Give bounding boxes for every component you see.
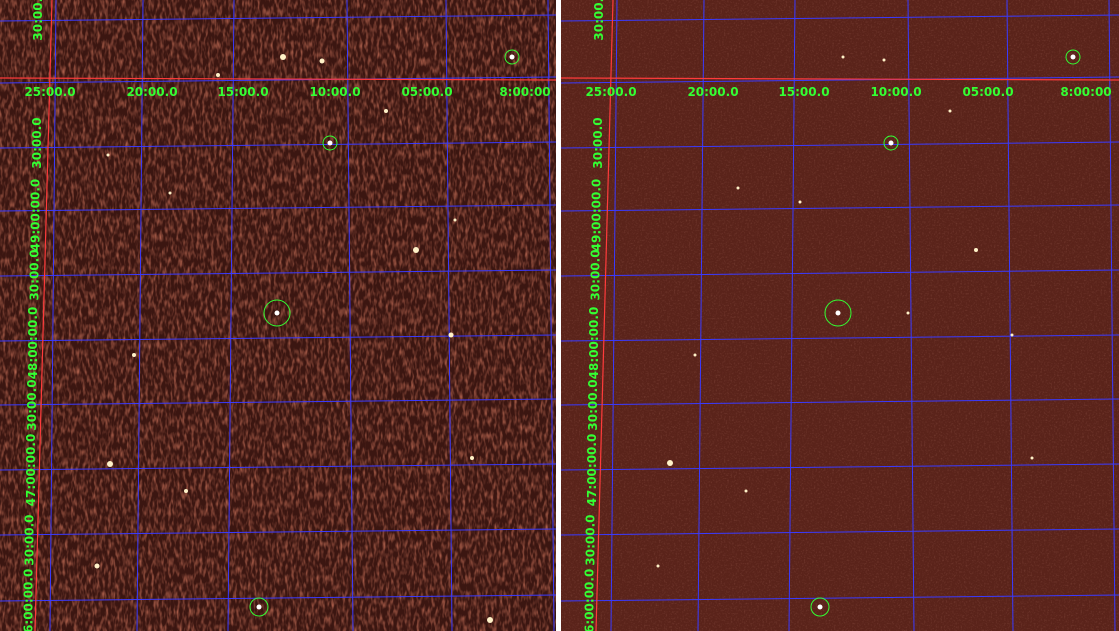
source <box>667 460 673 466</box>
ra-tick-label: 10:00.0 <box>870 85 921 99</box>
source <box>327 140 333 146</box>
dec-tick-label: 30:00.0 <box>23 514 37 565</box>
source <box>470 456 474 460</box>
ra-tick-label: 15:00.0 <box>217 85 268 99</box>
source <box>736 186 740 190</box>
source <box>835 310 841 316</box>
source <box>509 54 515 60</box>
source <box>256 604 262 610</box>
source <box>106 153 110 157</box>
source <box>974 248 978 252</box>
image-noise <box>561 0 1119 631</box>
dec-tick-label: 30:00.0 <box>27 249 41 300</box>
ra-tick-label: 25:00.0 <box>24 85 75 99</box>
source <box>274 310 280 316</box>
source <box>693 353 697 357</box>
ra-tick-label: 8:00:00 <box>1060 85 1111 99</box>
source <box>487 617 493 623</box>
ra-tick-label: 20:00.0 <box>687 85 738 99</box>
source <box>906 311 910 315</box>
dec-tick-label: 30:00.0 <box>588 249 602 300</box>
dec-tick-label: 48:00:00.0 <box>26 307 40 380</box>
image-panel-right[interactable]: 25:00.0 20:00.0 15:00.0 10:00.0 05:00.0 8:00:… <box>561 0 1119 631</box>
source <box>384 109 388 113</box>
source <box>882 58 886 62</box>
image-viewer: 25:00.0 20:00.0 15:00.0 10:00.0 05:00.0 8:00:… <box>0 0 1119 631</box>
dec-tick-label: 49:00:00.0 <box>29 179 43 252</box>
sky-image[interactable]: 25:00.0 20:00.0 15:00.0 10:00.0 05:00.0 8:00:… <box>561 0 1119 631</box>
ra-tick-label: 8:00:00 <box>499 85 550 99</box>
ra-tick-label: 10:00.0 <box>309 85 360 99</box>
source <box>841 55 845 59</box>
ra-tick-label: 20:00.0 <box>126 85 177 99</box>
dec-tick-label: 47:00:00.0 <box>585 434 599 507</box>
source <box>132 353 136 357</box>
ra-tick-label: 25:00.0 <box>585 85 636 99</box>
dec-tick-label: 30:00.0 <box>584 514 598 565</box>
dec-tick-label: 30:00.0 <box>592 0 606 41</box>
source <box>94 563 100 569</box>
source <box>168 191 172 195</box>
source <box>453 218 457 222</box>
source <box>319 58 325 64</box>
ra-tick-label: 05:00.0 <box>401 85 452 99</box>
source <box>948 109 952 113</box>
source <box>798 200 802 204</box>
source <box>656 564 660 568</box>
dec-tick-label: 47:00:00.0 <box>24 434 38 507</box>
dec-tick-label: 49:00:00.0 <box>590 179 604 252</box>
dec-tick-label: 30:00.0 <box>25 379 39 430</box>
source <box>1010 333 1014 337</box>
dec-tick-label: 46:00:00.0 <box>21 569 35 631</box>
source <box>184 489 188 493</box>
source <box>1030 456 1034 460</box>
image-panel-left[interactable]: 25:00.0 20:00.0 15:00.0 10:00.0 05:00.0 8:00:… <box>0 0 556 631</box>
source <box>107 461 113 467</box>
dec-tick-label: 30:00.0 <box>586 379 600 430</box>
image-noise <box>0 0 556 631</box>
source <box>280 54 286 60</box>
ra-tick-label: 15:00.0 <box>778 85 829 99</box>
sky-image[interactable]: 25:00.0 20:00.0 15:00.0 10:00.0 05:00.0 8:00:… <box>0 0 556 631</box>
dec-tick-label: 30:00.0 <box>30 117 44 168</box>
ra-tick-label: 05:00.0 <box>962 85 1013 99</box>
source <box>448 332 454 338</box>
source <box>413 247 419 253</box>
source <box>216 73 220 77</box>
source <box>888 140 894 146</box>
source <box>744 489 748 493</box>
dec-tick-label: 30:00.0 <box>31 0 45 41</box>
dec-tick-label: 30:00.0 <box>591 117 605 168</box>
source <box>817 604 823 610</box>
dec-tick-label: 46:00:00.0 <box>582 569 596 631</box>
dec-tick-label: 48:00:00.0 <box>587 307 601 380</box>
source <box>1070 54 1076 60</box>
